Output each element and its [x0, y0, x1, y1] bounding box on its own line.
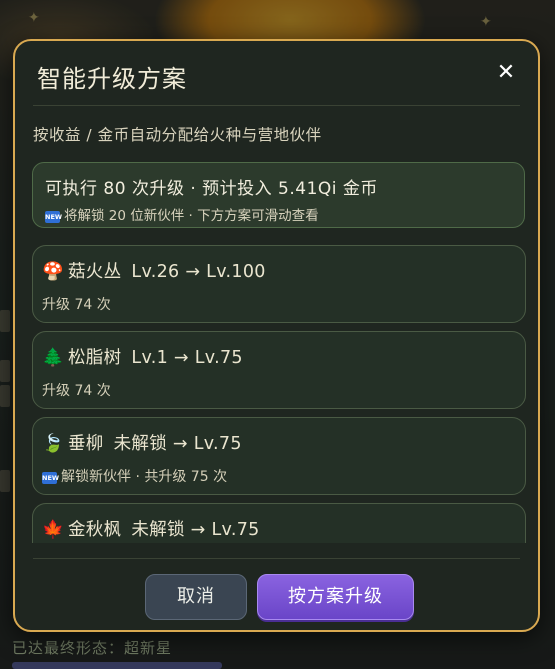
summary-unlock-text: 将解锁 20 位新伙伴 · 下方方案可滑动查看	[64, 208, 319, 224]
plan-item[interactable]: 🍄 菇火丛 Lv.26 → Lv.100 升级 74 次	[32, 245, 526, 323]
dialog-subtitle: 按收益 / 金币自动分配给火种与营地伙伴	[33, 126, 322, 144]
plan-item-title: 🍃 垂柳 未解锁 → Lv.75	[42, 430, 242, 455]
plan-item[interactable]: 🍁 金秋枫 未解锁 → Lv.75	[32, 503, 526, 543]
plan-list[interactable]: 🍄 菇火丛 Lv.26 → Lv.100 升级 74 次 🌲 松脂树 Lv.1 → Lv…	[32, 245, 527, 543]
plan-item-level: Lv.1 → Lv.75	[131, 348, 243, 368]
plan-summary: 可执行 80 次升级 · 预计投入 5.41Qi 金币 NEW 将解锁 20 位新…	[32, 162, 525, 228]
background-progress-bar	[12, 662, 222, 669]
plan-item[interactable]: 🍃 垂柳 未解锁 → Lv.75 NEW 解锁新伙伴 · 共升级 75 次	[32, 417, 526, 495]
background-status-text: 已达最终形态：超新星	[12, 639, 173, 657]
title-divider	[33, 105, 520, 106]
summary-unlock-info: NEW 将解锁 20 位新伙伴 · 下方方案可滑动查看	[45, 204, 319, 224]
mushroom-icon: 🍄	[42, 262, 65, 282]
plan-item-name: 松脂树	[68, 348, 122, 368]
plan-item-level: Lv.26 → Lv.100	[131, 262, 266, 282]
summary-upgrade-count: 可执行 80 次升级 · 预计投入 5.41Qi 金币	[45, 179, 378, 199]
plan-item-name: 垂柳	[68, 434, 104, 454]
footer-divider	[33, 558, 520, 559]
plan-item-level: 未解锁 → Lv.75	[131, 520, 260, 540]
pine-tree-icon: 🌲	[42, 348, 65, 368]
plan-item-title: 🍁 金秋枫 未解锁 → Lv.75	[42, 516, 260, 541]
upgrade-plan-dialog: 智能升级方案 ✕ 按收益 / 金币自动分配给火种与营地伙伴 可执行 80 次升级…	[13, 39, 540, 632]
confirm-upgrade-button[interactable]: 按方案升级	[257, 574, 414, 620]
plan-item-detail: 升级 74 次	[42, 297, 111, 313]
plan-item-detail-text: 解锁新伙伴 · 共升级 75 次	[61, 469, 228, 485]
dialog-title: 智能升级方案	[37, 65, 187, 93]
plan-item-name: 金秋枫	[68, 520, 122, 540]
new-icon: NEW	[42, 472, 60, 484]
plan-item-detail: 升级 74 次	[42, 383, 111, 399]
plan-item-detail: NEW 解锁新伙伴 · 共升级 75 次	[42, 466, 227, 486]
maple-leaf-icon: 🍁	[42, 520, 65, 540]
plan-item-title: 🌲 松脂树 Lv.1 → Lv.75	[42, 344, 243, 369]
plan-item-level: 未解锁 → Lv.75	[113, 434, 242, 454]
plan-item[interactable]: 🌲 松脂树 Lv.1 → Lv.75 升级 74 次	[32, 331, 526, 409]
leaf-icon: 🍃	[42, 434, 65, 454]
plan-item-title: 🍄 菇火丛 Lv.26 → Lv.100	[42, 258, 266, 283]
close-icon[interactable]: ✕	[494, 61, 518, 85]
plan-item-name: 菇火丛	[68, 262, 122, 282]
new-icon: NEW	[45, 211, 63, 223]
cancel-button[interactable]: 取消	[145, 574, 247, 620]
